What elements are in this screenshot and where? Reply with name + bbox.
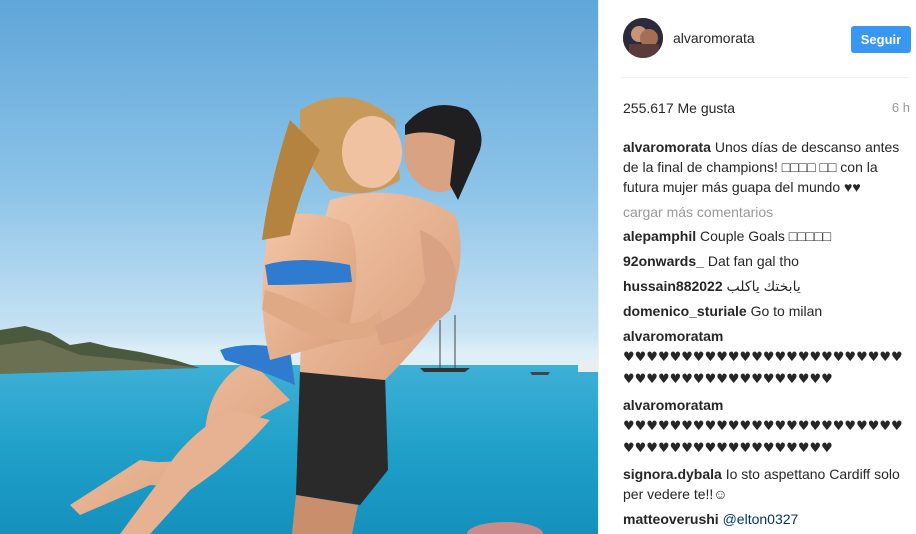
comment-username[interactable]: matteoverushi [623,511,719,527]
post-header: alvaromorata Seguir [599,0,916,78]
post-photo[interactable] [0,0,598,534]
timestamp[interactable]: 6 h [892,100,910,115]
caption-username[interactable]: alvaromorata [623,139,711,155]
comment-text: ♥♥♥♥♥♥♥♥♥♥♥♥♥♥♥♥♥♥♥♥♥♥♥♥♥♥♥♥♥♥♥♥♥♥♥♥♥♥♥♥… [623,350,903,387]
comment-username[interactable]: domenico_sturiale [623,303,747,319]
comment-username[interactable]: hussain882022 [623,278,723,294]
comment-item: alepamphil Couple Goals □□□□□ [623,226,913,246]
comment-username[interactable]: alepamphil [623,228,696,244]
comment-item: 92onwards_ Dat fan gal tho [623,251,913,271]
comment-item: alvaromoratam ♥♥♥♥♥♥♥♥♥♥♥♥♥♥♥♥♥♥♥♥♥♥♥♥♥♥… [623,326,913,390]
caption: alvaromorata Unos días de descanso antes… [623,137,913,197]
mention-link[interactable]: @elton0327 [723,511,799,527]
comment-item: signora.dybala Io sto aspettano Cardiff … [623,464,913,504]
comments-list: alvaromorata Unos días de descanso antes… [623,137,913,534]
photo-illustration [0,97,598,534]
comment-text: ♥♥♥♥♥♥♥♥♥♥♥♥♥♥♥♥♥♥♥♥♥♥♥♥♥♥♥♥♥♥♥♥♥♥♥♥♥♥♥♥… [623,419,903,456]
comment-item: alvaromoratam ♥♥♥♥♥♥♥♥♥♥♥♥♥♥♥♥♥♥♥♥♥♥♥♥♥♥… [623,395,913,459]
comment-text: يابختك ياكلب [726,278,801,294]
comment-text: Go to milan [750,303,823,319]
divider [621,77,909,78]
post-sidebar: alvaromorata Seguir 255.617 Me gusta 6 h… [598,0,916,534]
comment-username[interactable]: 92onwards_ [623,253,704,269]
avatar[interactable] [623,18,663,58]
comment-item: hussain882022 يابختك ياكلب [623,276,913,296]
avatar-image [623,18,663,58]
comment-username[interactable]: signora.dybala [623,466,722,482]
comment-item: domenico_sturiale Go to milan [623,301,913,321]
username[interactable]: alvaromorata [673,30,755,46]
load-more-comments[interactable]: cargar más comentarios [623,202,913,222]
comment-username[interactable]: alvaromoratam [623,328,723,344]
comment-text: Dat fan gal tho [707,253,799,269]
likes-count[interactable]: 255.617 Me gusta [623,100,735,116]
comment-item: matteoverushi @elton0327 [623,509,913,529]
comment-username[interactable]: alvaromoratam [623,397,723,413]
comment-text: Couple Goals □□□□□ [700,228,832,244]
follow-button[interactable]: Seguir [851,26,911,53]
